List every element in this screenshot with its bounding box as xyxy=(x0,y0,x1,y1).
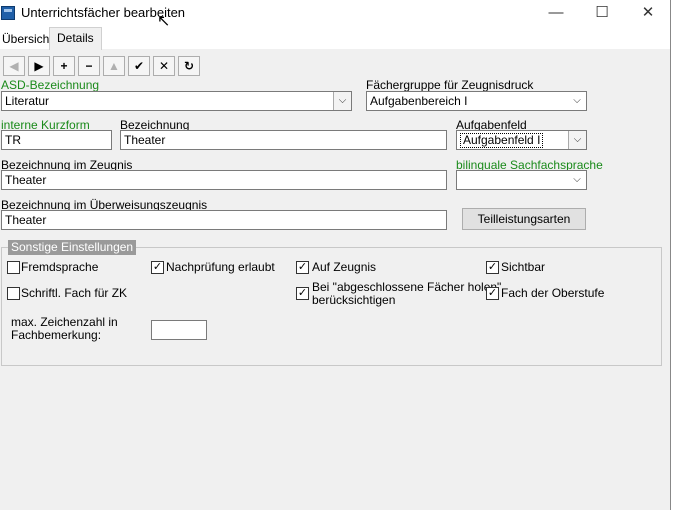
tab-uebersicht[interactable]: Übersicht xyxy=(0,30,55,49)
fremdsprache-checkbox[interactable] xyxy=(7,261,20,274)
zeugnis-input[interactable]: Theater xyxy=(1,170,447,190)
abgeschlossen-checkbox[interactable]: ✓ xyxy=(296,287,309,300)
maximize-button[interactable]: ☐ xyxy=(580,0,624,27)
kurzform-input[interactable]: TR xyxy=(1,130,112,150)
chevron-down-icon[interactable]: ⌵ xyxy=(568,92,586,110)
nachpruefung-label: Nachprüfung erlaubt xyxy=(166,260,275,274)
max-zeichen-label-line2: Fachbemerkung: xyxy=(11,328,102,342)
mouse-cursor-icon: ↖ xyxy=(157,13,171,30)
faechergruppe-label: Fächergruppe für Zeugnisdruck xyxy=(366,78,534,92)
bilingual-combo[interactable]: ⌵ xyxy=(456,170,587,190)
refresh-button[interactable]: ↻ xyxy=(178,56,200,76)
delete-record-button[interactable]: − xyxy=(78,56,100,76)
abgeschlossen-label-line2: berücksichtigen xyxy=(312,293,396,307)
confirm-button[interactable]: ✔ xyxy=(128,56,150,76)
oberstufe-checkbox[interactable]: ✓ xyxy=(486,287,499,300)
sichtbar-label: Sichtbar xyxy=(501,260,546,274)
asd-label: ASD-Bezeichnung xyxy=(1,78,100,92)
title-bar: Unterrichtsfächer bearbeiten — ☐ ✕ xyxy=(0,0,670,27)
cancel-edit-button[interactable]: ✕ xyxy=(153,56,175,76)
close-button[interactable]: ✕ xyxy=(626,0,670,27)
chevron-down-icon[interactable]: ⌵ xyxy=(568,171,586,189)
add-record-button[interactable]: + xyxy=(53,56,75,76)
faechergruppe-value: Aufgabenbereich I xyxy=(370,94,468,108)
schriftl-zk-checkbox[interactable] xyxy=(7,287,20,300)
teilleistungsarten-button[interactable]: Teilleistungsarten xyxy=(462,208,586,230)
app-icon xyxy=(1,6,15,20)
asd-value: Literatur xyxy=(5,94,50,108)
chevron-down-icon[interactable]: ⌵ xyxy=(333,92,351,110)
tab-bar: Übersicht Details xyxy=(0,27,670,50)
auf-zeugnis-label: Auf Zeugnis xyxy=(312,260,377,274)
nachpruefung-checkbox[interactable]: ✓ xyxy=(151,261,164,274)
max-zeichen-input[interactable] xyxy=(151,320,207,340)
asd-combo[interactable]: Literatur ⌵ xyxy=(1,91,352,111)
tab-details[interactable]: Details xyxy=(49,27,102,50)
fremdsprache-label: Fremdsprache xyxy=(21,260,99,274)
auf-zeugnis-checkbox[interactable]: ✓ xyxy=(296,261,309,274)
chevron-down-icon[interactable]: ⌵ xyxy=(568,131,586,149)
minimize-button[interactable]: — xyxy=(534,0,578,27)
first-record-button[interactable]: ◀ xyxy=(3,56,25,76)
edit-up-button[interactable]: ▲ xyxy=(103,56,125,76)
group-title: Sonstige Einstellungen xyxy=(8,240,137,255)
window: Unterrichtsfächer bearbeiten — ☐ ✕ Übers… xyxy=(0,0,670,510)
bezeichnung-input[interactable]: Theater xyxy=(120,130,447,150)
sichtbar-checkbox[interactable]: ✓ xyxy=(486,261,499,274)
ueberweisung-input[interactable]: Theater xyxy=(1,210,447,230)
aufgabenfeld-value: Aufgabenfeld I xyxy=(460,133,544,148)
faechergruppe-combo[interactable]: Aufgabenbereich I ⌵ xyxy=(366,91,587,111)
next-record-button[interactable]: ▶ xyxy=(28,56,50,76)
oberstufe-label: Fach der Oberstufe xyxy=(501,286,605,300)
background-window-edge xyxy=(670,0,676,510)
aufgabenfeld-combo[interactable]: Aufgabenfeld I ⌵ xyxy=(456,130,587,150)
schriftl-zk-label: Schriftl. Fach für ZK xyxy=(21,286,128,300)
